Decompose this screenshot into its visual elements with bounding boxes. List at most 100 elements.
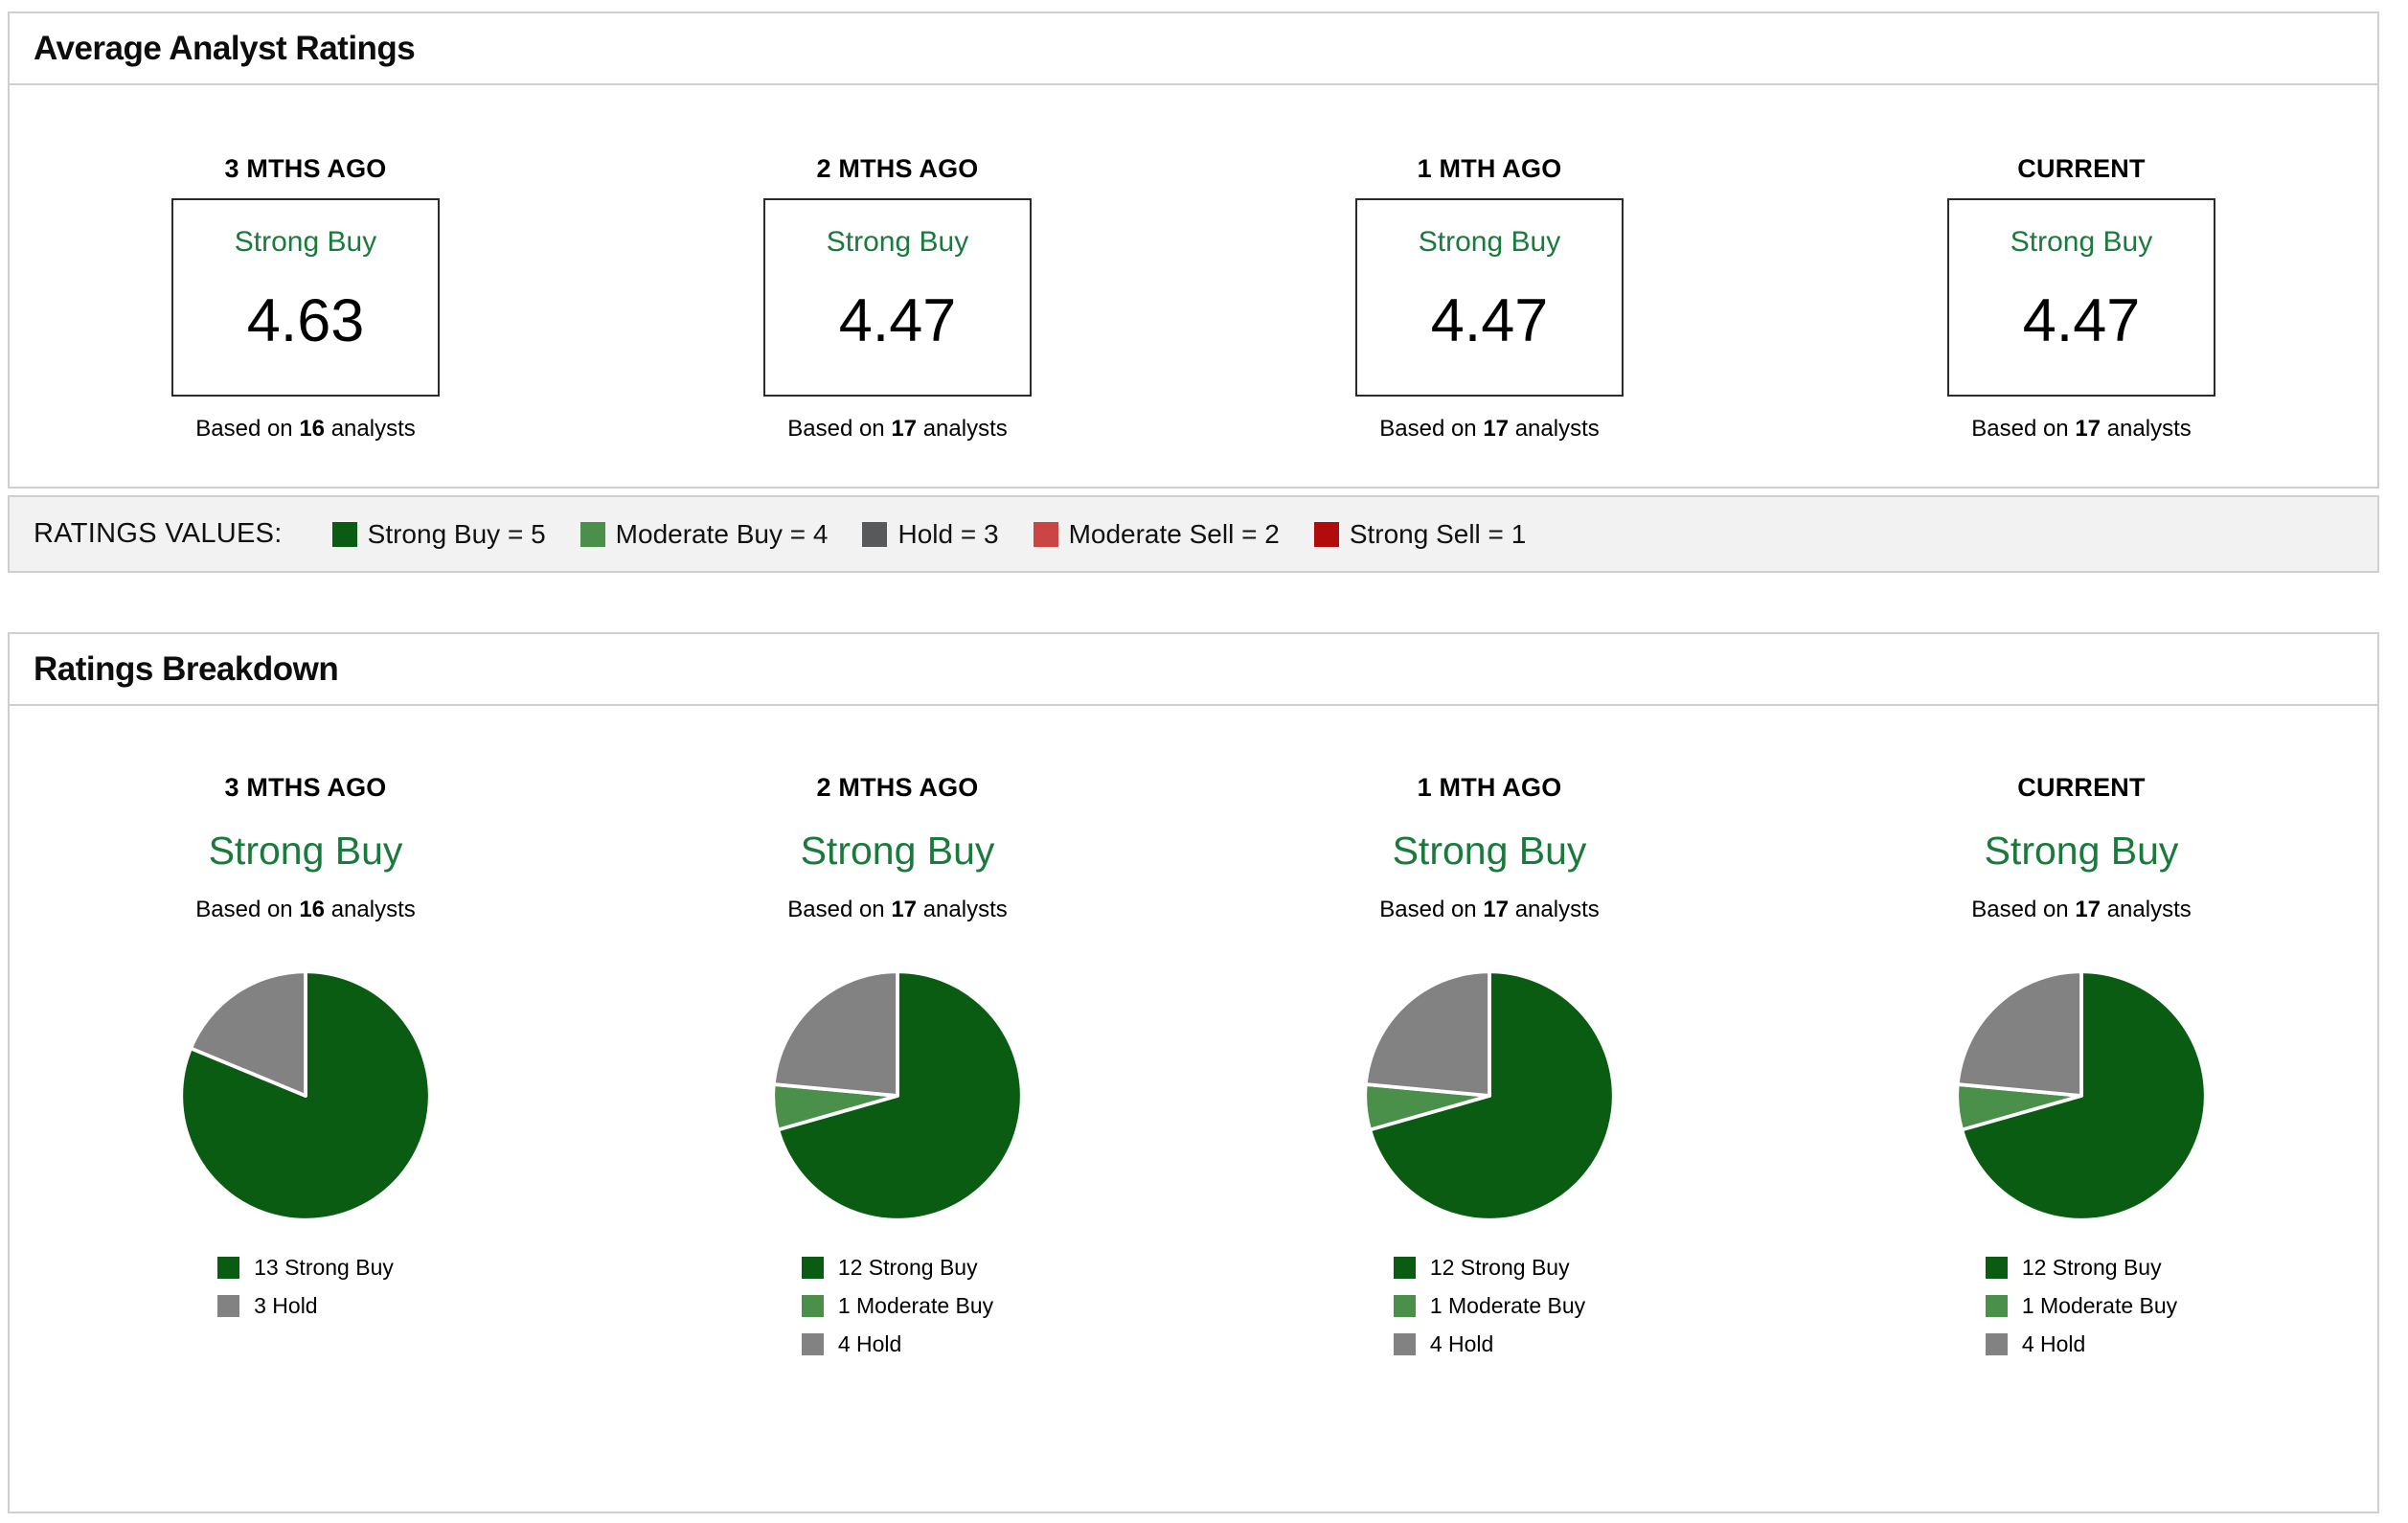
analyst-count: 17 xyxy=(2075,416,2101,442)
pie-chart-svg xyxy=(179,969,432,1222)
based-on-analysts: Based on 17 analysts xyxy=(787,897,1008,922)
legend-label: 12 Strong Buy xyxy=(837,1255,978,1280)
legend-label: 4 Hold xyxy=(1429,1331,1494,1356)
pie-legend-row: 12 Strong Buy xyxy=(1985,1255,2177,1281)
moderate-sell-swatch-icon xyxy=(1033,521,1058,547)
pie-chart-svg xyxy=(771,969,1024,1222)
average-ratings-title: Average Analyst Ratings xyxy=(10,13,2377,85)
rating-label: Strong Buy xyxy=(208,829,403,873)
pie-legend-row: 3 Hold xyxy=(217,1293,394,1319)
pie-legend-row: 1 Moderate Buy xyxy=(1393,1293,1586,1319)
period-label: 2 MTHS AGO xyxy=(816,773,979,802)
legend-label: 12 Strong Buy xyxy=(2021,1255,2162,1280)
breakdown-column-current: CURRENT Strong Buy Based on 17 analysts … xyxy=(1785,773,2377,1512)
period-label: 1 MTH AGO xyxy=(1417,154,1562,183)
analyst-ratings-page: Average Analyst Ratings 3 MTHS AGO Stron… xyxy=(0,0,2408,1523)
average-analyst-ratings-panel: Average Analyst Ratings 3 MTHS AGO Stron… xyxy=(8,11,2379,489)
ratings-values-key: RATINGS VALUES: Strong Buy = 5 Moderate … xyxy=(8,495,2379,573)
legend-swatch-icon xyxy=(1393,1295,1416,1317)
rating-label: Strong Buy xyxy=(826,226,969,258)
rating-label: Strong Buy xyxy=(1392,829,1587,873)
key-item-hold: Hold = 3 xyxy=(862,519,999,550)
analyst-count: 17 xyxy=(1483,416,1510,442)
legend-label: 1 Moderate Buy xyxy=(837,1293,994,1318)
legend-swatch-icon xyxy=(1985,1333,2008,1355)
legend-swatch-icon xyxy=(801,1333,824,1355)
analyst-count: 16 xyxy=(299,897,326,922)
pie-legend: 12 Strong Buy 1 Moderate Buy 4 Hold xyxy=(801,1255,994,1370)
breakdown-column-1mth: 1 MTH AGO Strong Buy Based on 17 analyst… xyxy=(1193,773,1785,1512)
based-on-analysts: Based on 17 analysts xyxy=(787,416,1008,442)
pie-slice xyxy=(1363,969,1491,1098)
pie-legend-row: 1 Moderate Buy xyxy=(801,1293,994,1319)
pie-legend-row: 12 Strong Buy xyxy=(1393,1255,1585,1281)
legend-label: 1 Moderate Buy xyxy=(1429,1293,1586,1318)
breakdown-column-3mths: 3 MTHS AGO Strong Buy Based on 16 analys… xyxy=(10,773,602,1512)
period-label: 3 MTHS AGO xyxy=(224,154,387,183)
legend-swatch-icon xyxy=(801,1295,824,1317)
analyst-count: 16 xyxy=(299,416,326,442)
rating-value: 4.47 xyxy=(2022,287,2141,354)
pie-chart xyxy=(602,962,1193,1230)
analyst-count: 17 xyxy=(2075,897,2101,922)
pie-chart xyxy=(1193,962,1785,1230)
analyst-count: 17 xyxy=(891,416,918,442)
pie-legend-row: 4 Hold xyxy=(801,1331,993,1357)
legend-swatch-icon xyxy=(801,1257,824,1279)
based-on-analysts: Based on 17 analysts xyxy=(1971,897,2192,922)
pie-chart xyxy=(1785,962,2377,1230)
strong-sell-swatch-icon xyxy=(1313,521,1339,547)
analyst-count: 17 xyxy=(1483,897,1510,922)
pie-slice xyxy=(771,969,899,1098)
hold-swatch-icon xyxy=(862,521,888,547)
period-label: 3 MTHS AGO xyxy=(224,773,387,802)
breakdown-column-2mths: 2 MTHS AGO Strong Buy Based on 17 analys… xyxy=(602,773,1193,1512)
rating-label: Strong Buy xyxy=(1418,226,1561,258)
rating-box: Strong Buy 4.63 xyxy=(171,198,440,397)
legend-swatch-icon xyxy=(1393,1257,1416,1279)
rating-box: Strong Buy 4.47 xyxy=(1355,198,1624,397)
legend-swatch-icon xyxy=(217,1257,240,1279)
period-label: CURRENT xyxy=(2017,773,2146,802)
rating-box: Strong Buy 4.47 xyxy=(763,198,1032,397)
average-rating-column-current: CURRENT Strong Buy 4.47 Based on 17 anal… xyxy=(1785,154,2377,443)
strong-buy-swatch-icon xyxy=(331,521,357,547)
based-on-analysts: Based on 17 analysts xyxy=(1379,416,1600,442)
legend-label: 13 Strong Buy xyxy=(254,1255,394,1280)
rating-label: Strong Buy xyxy=(1984,829,2179,873)
period-label: CURRENT xyxy=(2017,154,2146,183)
average-rating-column-1mth: 1 MTH AGO Strong Buy 4.47 Based on 17 an… xyxy=(1193,154,1785,443)
legend-label: 4 Hold xyxy=(2021,1331,2086,1356)
moderate-buy-swatch-icon xyxy=(579,521,605,547)
pie-legend-row: 12 Strong Buy xyxy=(801,1255,993,1281)
based-on-analysts: Based on 17 analysts xyxy=(1379,897,1600,922)
rating-label: Strong Buy xyxy=(234,226,377,258)
pie-chart-svg xyxy=(1955,969,2208,1222)
rating-value: 4.47 xyxy=(838,287,957,354)
average-ratings-grid: 3 MTHS AGO Strong Buy 4.63 Based on 16 a… xyxy=(10,85,2377,487)
key-item-strong-buy: Strong Buy = 5 xyxy=(331,519,546,550)
legend-label: 12 Strong Buy xyxy=(1429,1255,1570,1280)
analyst-count: 17 xyxy=(891,897,918,922)
average-rating-column-3mths: 3 MTHS AGO Strong Buy 4.63 Based on 16 a… xyxy=(10,154,602,443)
pie-legend: 12 Strong Buy 1 Moderate Buy 4 Hold xyxy=(1393,1255,1586,1370)
legend-swatch-icon xyxy=(1985,1295,2008,1317)
legend-swatch-icon xyxy=(217,1295,240,1317)
legend-swatch-icon xyxy=(1985,1257,2008,1279)
period-label: 2 MTHS AGO xyxy=(816,154,979,183)
pie-chart-svg xyxy=(1363,969,1616,1222)
ratings-values-label: RATINGS VALUES: xyxy=(34,518,283,549)
legend-label: 4 Hold xyxy=(837,1331,902,1356)
pie-legend: 12 Strong Buy 1 Moderate Buy 4 Hold xyxy=(1985,1255,2178,1370)
legend-label: 3 Hold xyxy=(254,1293,318,1318)
pie-legend-row: 1 Moderate Buy xyxy=(1985,1293,2178,1319)
period-label: 1 MTH AGO xyxy=(1417,773,1562,802)
legend-label: 1 Moderate Buy xyxy=(2021,1293,2178,1318)
ratings-breakdown-panel: Ratings Breakdown 3 MTHS AGO Strong Buy … xyxy=(8,632,2379,1513)
pie-legend-row: 4 Hold xyxy=(1985,1331,2177,1357)
rating-label: Strong Buy xyxy=(2010,226,2153,258)
pie-legend: 13 Strong Buy 3 Hold xyxy=(217,1255,394,1331)
key-item-moderate-buy: Moderate Buy = 4 xyxy=(579,519,828,550)
pie-legend-row: 13 Strong Buy xyxy=(217,1255,394,1281)
based-on-analysts: Based on 16 analysts xyxy=(195,416,416,442)
